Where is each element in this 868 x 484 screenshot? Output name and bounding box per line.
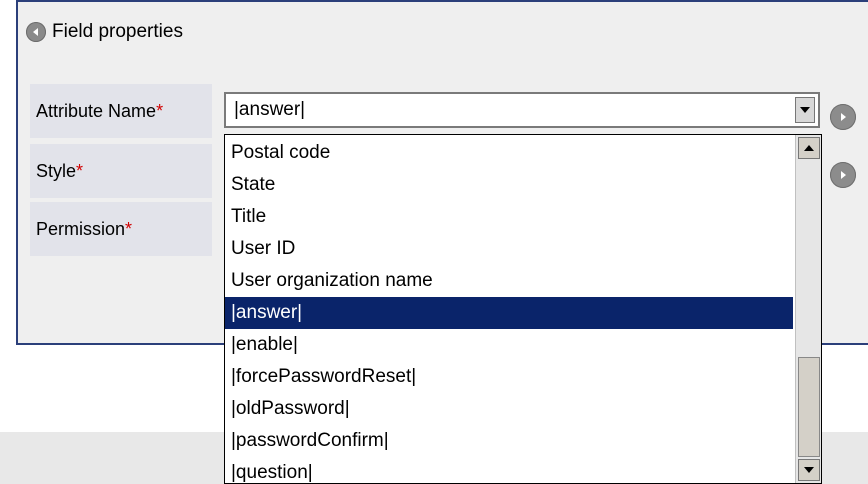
chevron-up-icon — [804, 144, 814, 151]
next-arrow-icon[interactable] — [830, 104, 856, 130]
option-enable[interactable]: |enable| — [225, 329, 793, 361]
back-arrow-icon[interactable] — [26, 22, 46, 42]
scrollbar-thumb[interactable] — [798, 357, 820, 457]
scroll-down-button[interactable] — [798, 459, 820, 481]
option-state[interactable]: State — [225, 169, 793, 201]
option-password-confirm[interactable]: |passwordConfirm| — [225, 425, 793, 457]
panel-header[interactable]: Field properties — [26, 18, 183, 46]
chevron-down-icon — [800, 106, 810, 113]
attribute-name-select[interactable]: |answer| — [224, 92, 820, 128]
option-title[interactable]: Title — [225, 201, 793, 233]
options-scrollbar[interactable] — [795, 135, 821, 483]
required-mark: * — [76, 160, 84, 181]
permission-label: Permission * — [30, 202, 212, 256]
option-postal-code[interactable]: Postal code — [225, 137, 793, 169]
next-arrow-icon[interactable] — [830, 162, 856, 188]
option-user-id[interactable]: User ID — [225, 233, 793, 265]
scroll-up-button[interactable] — [798, 137, 820, 159]
attribute-name-label: Attribute Name * — [30, 84, 212, 138]
style-label: Style * — [30, 144, 212, 198]
option-question[interactable]: |question| — [225, 457, 793, 483]
option-old-password[interactable]: |oldPassword| — [225, 393, 793, 425]
dropdown-toggle-button[interactable] — [795, 97, 815, 123]
chevron-down-icon — [804, 466, 814, 473]
attribute-name-label-text: Attribute Name — [36, 100, 157, 121]
attribute-name-select-value: |answer| — [234, 99, 306, 120]
permission-label-text: Permission — [36, 218, 126, 239]
option-answer-selected[interactable]: |answer| — [225, 297, 793, 329]
style-label-text: Style — [36, 160, 77, 181]
option-user-organization-name[interactable]: User organization name — [225, 265, 793, 297]
option-force-password-reset[interactable]: |forcePasswordReset| — [225, 361, 793, 393]
required-mark: * — [125, 218, 133, 239]
attribute-options-list[interactable]: Postal code State Title User ID User org… — [224, 134, 822, 484]
panel-title: Field properties — [52, 21, 183, 42]
required-mark: * — [156, 100, 164, 121]
